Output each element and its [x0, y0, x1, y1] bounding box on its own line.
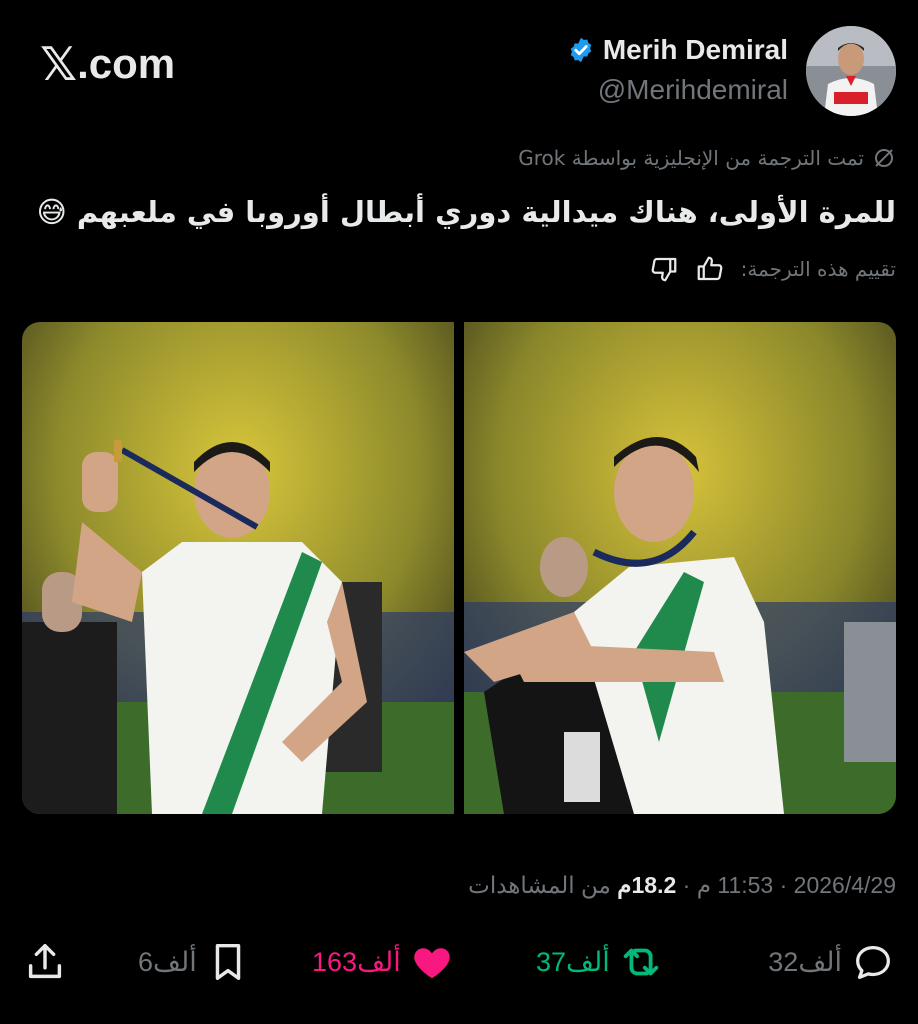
views-label: من المشاهدات [468, 872, 611, 898]
grok-icon [875, 149, 893, 167]
repost-icon [623, 948, 658, 976]
rate-translation-label: تقييم هذه الترجمة: [740, 257, 896, 281]
player-celebrating-photo [464, 322, 896, 814]
bookmark-icon [215, 943, 240, 981]
share-icon [28, 943, 62, 979]
repost-button[interactable]: 37ألف [536, 936, 664, 988]
tweet-media[interactable] [22, 322, 896, 814]
x-logo-icon: 𝕏 [40, 37, 78, 91]
reply-count: 32ألف [768, 946, 842, 977]
share-button[interactable] [22, 936, 68, 988]
author-handle[interactable]: @Merihdemiral [598, 74, 788, 106]
tweet-meta: 2026/4/29 · 11:53 م · 18.2م من المشاهدات [468, 872, 896, 899]
player-with-medal-photo [22, 322, 454, 814]
rate-translation-row: تقييم هذه الترجمة: [649, 254, 896, 284]
translation-notice: تمت الترجمة من الإنجليزية بواسطة Grok [518, 146, 896, 170]
bookmark-button[interactable]: 6ألف [138, 936, 251, 988]
author-avatar[interactable] [806, 26, 896, 116]
tweet-date[interactable]: 2026/4/29 [794, 872, 896, 898]
brand-domain: .com [77, 40, 176, 87]
bookmark-count: 6ألف [138, 946, 197, 977]
avatar-photo [806, 26, 896, 116]
verified-badge-icon [570, 37, 592, 63]
tweet-actions-bar: 32ألف 37ألف 163ألف 6ألف [0, 936, 918, 988]
reply-button[interactable]: 32ألف [768, 936, 896, 988]
author-display-name: Merih Demiral [602, 34, 788, 65]
like-button[interactable]: 163ألف [312, 936, 455, 988]
tweet-text: للمرة الأولى، هناك ميدالية دوري أبطال أو… [36, 195, 896, 229]
reply-icon [856, 945, 890, 979]
author-name-row[interactable]: Merih Demiral [567, 34, 788, 66]
x-com-watermark: 𝕏 .com [40, 40, 175, 88]
thumbs-down-icon[interactable] [649, 254, 679, 284]
meta-separator: · [773, 872, 788, 898]
views-count[interactable]: 18.2م [617, 872, 676, 898]
heart-filled-icon [414, 948, 450, 979]
tweet-time[interactable]: 11:53 م [697, 872, 774, 898]
translation-notice-text: تمت الترجمة من الإنجليزية بواسطة Grok [518, 146, 864, 170]
media-photo-1[interactable] [22, 322, 454, 814]
repost-count: 37ألف [536, 946, 610, 977]
like-count: 163ألف [312, 946, 401, 977]
thumbs-up-icon[interactable] [695, 254, 725, 284]
media-photo-2[interactable] [464, 322, 896, 814]
meta-separator: · [676, 872, 691, 898]
